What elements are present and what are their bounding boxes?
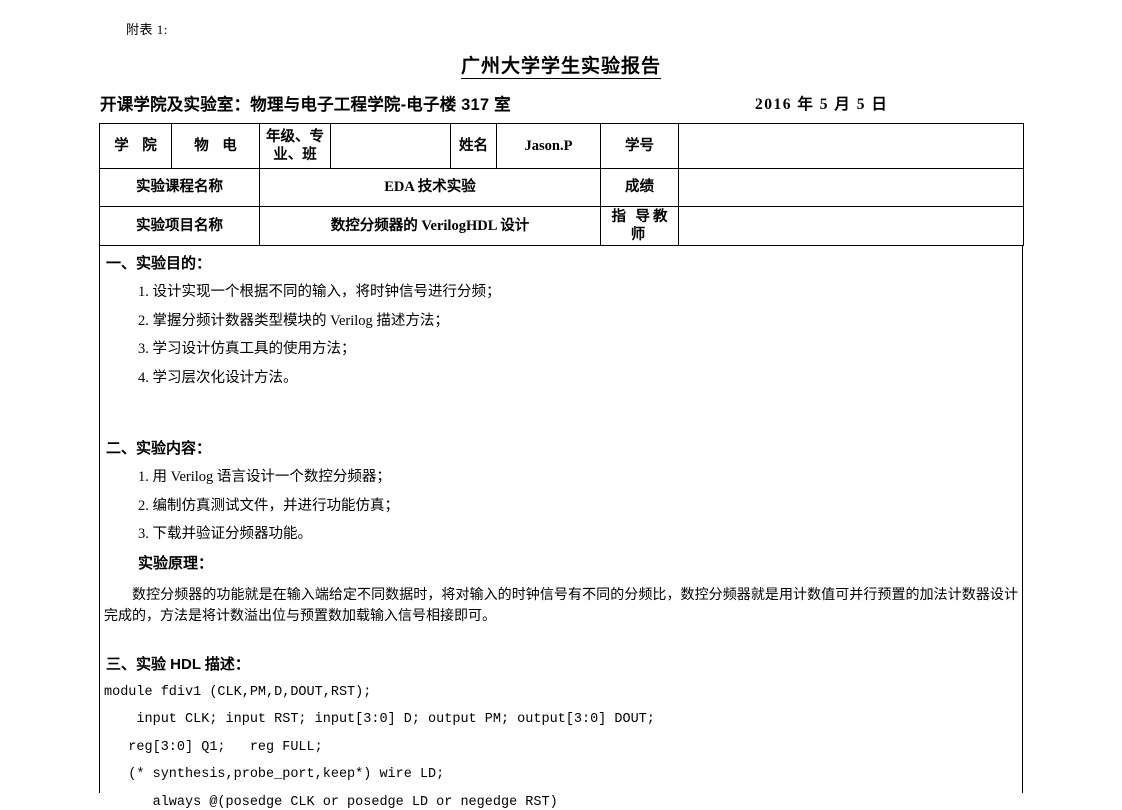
page-title: 广州大学学生实验报告 [0, 51, 1122, 79]
label-college: 学 院 [99, 123, 172, 169]
value-college: 物 电 [171, 123, 260, 169]
report-date: 2016 年 5 月 5 日 [755, 96, 889, 113]
student-info-table: 学 院 物 电 年级、专业、班 姓名 Jason.P 学号 实验课程名称 EDA… [99, 123, 1024, 246]
code-line: (* synthesis,probe_port,keep*) wire LD; [104, 767, 445, 783]
page-title-text: 广州大学学生实验报告 [460, 56, 661, 79]
list-item: 1. 设计实现一个根据不同的输入，将时钟信号进行分频； [138, 284, 501, 300]
table-row: 实验项目名称 数控分频器的 VerilogHDL 设计 指 导教 师 [99, 206, 1024, 246]
value-score[interactable] [678, 168, 1024, 207]
attachment-label: 附表 1: [126, 22, 168, 37]
list-item: 3. 下载并验证分频器功能。 [138, 526, 312, 542]
report-body: 一、实验目的： 1. 设计实现一个根据不同的输入，将时钟信号进行分频； 2. 掌… [100, 245, 1022, 809]
subsection-heading-principle: 实验原理： [138, 554, 214, 572]
value-course[interactable]: EDA 技术实验 [259, 168, 601, 207]
table-row: 学 院 物 电 年级、专业、班 姓名 Jason.P 学号 [99, 123, 1024, 169]
value-instructor[interactable] [678, 206, 1024, 246]
label-name: 姓名 [450, 123, 497, 169]
label-score: 成绩 [600, 168, 679, 207]
code-line: reg[3:0] Q1; reg FULL; [104, 739, 323, 755]
section-heading-content: 二、实验内容： [106, 440, 212, 457]
label-grade-major-class: 年级、专业、班 [259, 123, 331, 169]
document-page: 附表 1: 广州大学学生实验报告 开课学院及实验室：物理与电子工程学院-电子楼 … [0, 0, 1122, 809]
code-line: always @(posedge CLK or posedge LD or ne… [104, 794, 558, 810]
section-heading-hdl: 三、实验 HDL 描述： [106, 655, 250, 673]
principle-paragraph: 数控分频器的功能就是在输入端给定不同数据时，将对输入的时钟信号有不同的分频比，数… [104, 587, 1018, 625]
list-item: 2. 编制仿真测试文件，并进行功能仿真； [138, 497, 399, 514]
value-student-id[interactable] [678, 123, 1024, 169]
value-name[interactable]: Jason.P [496, 123, 601, 169]
list-item: 3. 学习设计仿真工具的使用方法； [138, 341, 356, 357]
code-line: module fdiv1 (CLK,PM,D,DOUT,RST); [104, 684, 372, 700]
value-project[interactable]: 数控分频器的 VerilogHDL 设计 [259, 206, 601, 246]
section-heading-purpose: 一、实验目的： [106, 255, 212, 272]
label-instructor: 指 导教 师 [600, 206, 679, 246]
college-lab-line: 开课学院及实验室：物理与电子工程学院-电子楼 317 室 [100, 96, 511, 114]
list-item: 4. 学习层次化设计方法。 [138, 369, 298, 386]
label-project: 实验项目名称 [99, 206, 260, 246]
value-grade-major-class[interactable] [330, 123, 451, 169]
table-row: 实验课程名称 EDA 技术实验 成绩 [99, 168, 1024, 207]
code-line: input CLK; input RST; input[3:0] D; outp… [104, 712, 655, 728]
label-course: 实验课程名称 [99, 168, 260, 207]
list-item: 1. 用 Verilog 语言设计一个数控分频器； [138, 469, 391, 485]
label-student-id: 学号 [600, 123, 679, 169]
list-item: 2. 掌握分频计数器类型模块的 Verilog 描述方法； [138, 312, 449, 329]
subtitle-row: 开课学院及实验室：物理与电子工程学院-电子楼 317 室 2016 年 5 月 … [100, 91, 1022, 115]
